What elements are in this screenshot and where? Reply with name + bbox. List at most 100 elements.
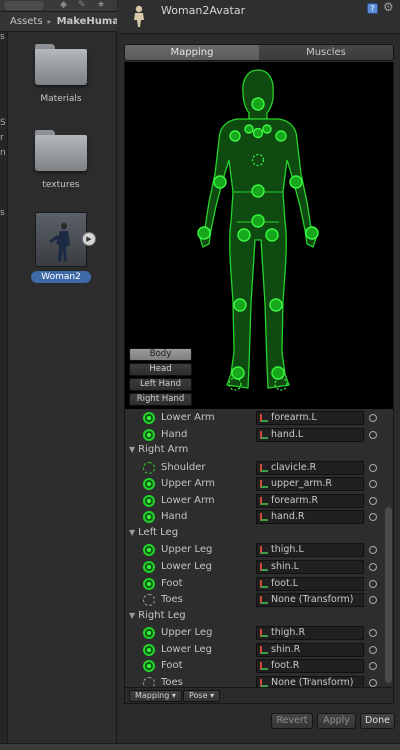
transform-icon: [260, 463, 268, 472]
bone-group-header: ▼ Left Leg: [125, 527, 387, 544]
bone-name: Lower Arm: [161, 494, 215, 506]
object-picker-icon[interactable]: [369, 513, 377, 522]
object-picker-icon[interactable]: [369, 496, 377, 505]
bone-status-icon[interactable]: [143, 560, 155, 573]
transform-field[interactable]: thigh.L: [256, 543, 364, 558]
foldout-arrow-icon[interactable]: ▼: [129, 528, 135, 537]
transform-field[interactable]: foot.L: [256, 576, 364, 591]
bone-group-name: Right Leg: [138, 609, 186, 621]
mapping-dropdown[interactable]: Mapping ▾: [129, 690, 182, 702]
bone-name: Upper Leg: [161, 544, 213, 556]
object-picker-icon[interactable]: [369, 662, 377, 671]
done-button[interactable]: Done: [360, 713, 395, 729]
transform-value: None (Transform): [271, 594, 354, 606]
transform-field[interactable]: foot.R: [256, 659, 364, 674]
transform-field[interactable]: thigh.R: [256, 626, 364, 641]
tree-edge-text: r: [0, 133, 4, 143]
body-part-button-left-hand[interactable]: Left Hand: [129, 378, 192, 391]
object-picker-icon[interactable]: [369, 629, 377, 638]
asset-folder-textures[interactable]: textures: [27, 130, 95, 190]
bone-row: Shoulder clavicle.R: [125, 460, 387, 478]
bone-status-icon[interactable]: [143, 461, 155, 474]
breadcrumb-separator-icon: ▸: [47, 17, 52, 26]
transform-field[interactable]: shin.R: [256, 642, 364, 657]
object-picker-icon[interactable]: [369, 579, 377, 588]
bone-row: Hand hand.L: [125, 427, 387, 445]
transform-field[interactable]: clavicle.R: [256, 460, 364, 475]
folder-icon: [35, 44, 87, 86]
bone-group-label[interactable]: ▼ Right Leg: [129, 610, 186, 621]
asset-model-woman2[interactable]: Woman2: [27, 212, 95, 283]
transform-icon: [260, 513, 268, 522]
bone-status-icon[interactable]: [143, 494, 155, 507]
transform-icon: [260, 430, 268, 439]
tab-muscles[interactable]: Muscles: [259, 45, 393, 60]
object-picker-icon[interactable]: [369, 645, 377, 654]
transform-value: thigh.L: [271, 544, 304, 556]
tree-edge-text: s: [0, 32, 5, 42]
bone-status-icon[interactable]: [143, 676, 155, 687]
bone-status-icon[interactable]: [143, 412, 155, 424]
transform-value: hand.R: [271, 511, 305, 523]
bone-group-label[interactable]: ▼ Left Leg: [129, 527, 178, 538]
expand-model-icon[interactable]: ▶: [82, 232, 96, 246]
transform-field[interactable]: shin.L: [256, 559, 364, 574]
transform-field[interactable]: None (Transform): [256, 675, 364, 687]
label-icon[interactable]: ◆: [60, 0, 67, 10]
transform-value: foot.L: [271, 577, 299, 589]
object-picker-icon[interactable]: [369, 678, 377, 687]
pose-dropdown[interactable]: Pose ▾: [183, 690, 221, 702]
bone-status-icon[interactable]: [143, 627, 155, 640]
bone-status-icon[interactable]: [143, 544, 155, 557]
transform-field[interactable]: None (Transform): [256, 593, 364, 608]
bone-status-icon[interactable]: [143, 577, 155, 590]
bone-row: Upper Leg thigh.L: [125, 543, 387, 560]
breadcrumb-item-assets[interactable]: Assets: [10, 16, 43, 27]
gear-icon[interactable]: ⚙: [383, 0, 394, 14]
transform-icon: [260, 562, 268, 571]
help-book-icon[interactable]: ?: [367, 3, 378, 14]
body-part-button-head[interactable]: Head: [129, 363, 192, 376]
foldout-arrow-icon[interactable]: ▼: [129, 611, 135, 620]
revert-button[interactable]: Revert: [271, 713, 313, 729]
bone-row: Toes None (Transform): [125, 675, 387, 687]
transform-value: None (Transform): [271, 676, 354, 687]
bone-status-icon[interactable]: [143, 594, 155, 607]
object-picker-icon[interactable]: [369, 596, 377, 605]
object-picker-icon[interactable]: [369, 430, 377, 439]
transform-field[interactable]: forearm.L: [256, 411, 364, 425]
tag-icon[interactable]: ✎: [78, 0, 86, 10]
bone-row: Lower Leg shin.R: [125, 642, 387, 660]
avatar-icon: [134, 5, 144, 27]
object-picker-icon[interactable]: [369, 562, 377, 571]
asset-folder-materials[interactable]: Materials: [27, 44, 95, 104]
object-picker-icon[interactable]: [369, 480, 377, 489]
foldout-arrow-icon[interactable]: ▼: [129, 445, 135, 454]
star-icon[interactable]: ★: [97, 0, 105, 10]
bone-row: Foot foot.R: [125, 659, 387, 676]
bone-name: Shoulder: [161, 461, 206, 473]
bone-status-icon[interactable]: [143, 428, 155, 441]
tab-mapping[interactable]: Mapping: [125, 45, 259, 60]
object-picker-icon[interactable]: [369, 414, 377, 422]
bone-status-icon[interactable]: [143, 660, 155, 673]
transform-field[interactable]: forearm.R: [256, 493, 364, 508]
bone-row: Hand hand.R: [125, 510, 387, 527]
asset-label-selected: Woman2: [31, 271, 91, 283]
body-part-button-right-hand[interactable]: Right Hand: [129, 393, 192, 406]
object-picker-icon[interactable]: [369, 463, 377, 472]
transform-field[interactable]: hand.R: [256, 510, 364, 525]
transform-field[interactable]: hand.L: [256, 427, 364, 442]
project-search-bar[interactable]: [4, 1, 44, 10]
body-part-button-body[interactable]: Body: [129, 348, 192, 361]
bone-status-icon[interactable]: [143, 478, 155, 491]
bone-status-icon[interactable]: [143, 643, 155, 656]
breadcrumb-item-current[interactable]: MakeHuma: [57, 16, 117, 27]
bone-group-label[interactable]: ▼ Right Arm: [129, 444, 188, 455]
transform-field[interactable]: upper_arm.R: [256, 477, 364, 492]
transform-icon: [260, 662, 268, 671]
bone-status-icon[interactable]: [143, 511, 155, 524]
object-picker-icon[interactable]: [369, 546, 377, 555]
transform-value: shin.R: [271, 643, 301, 655]
apply-button[interactable]: Apply: [317, 713, 356, 729]
